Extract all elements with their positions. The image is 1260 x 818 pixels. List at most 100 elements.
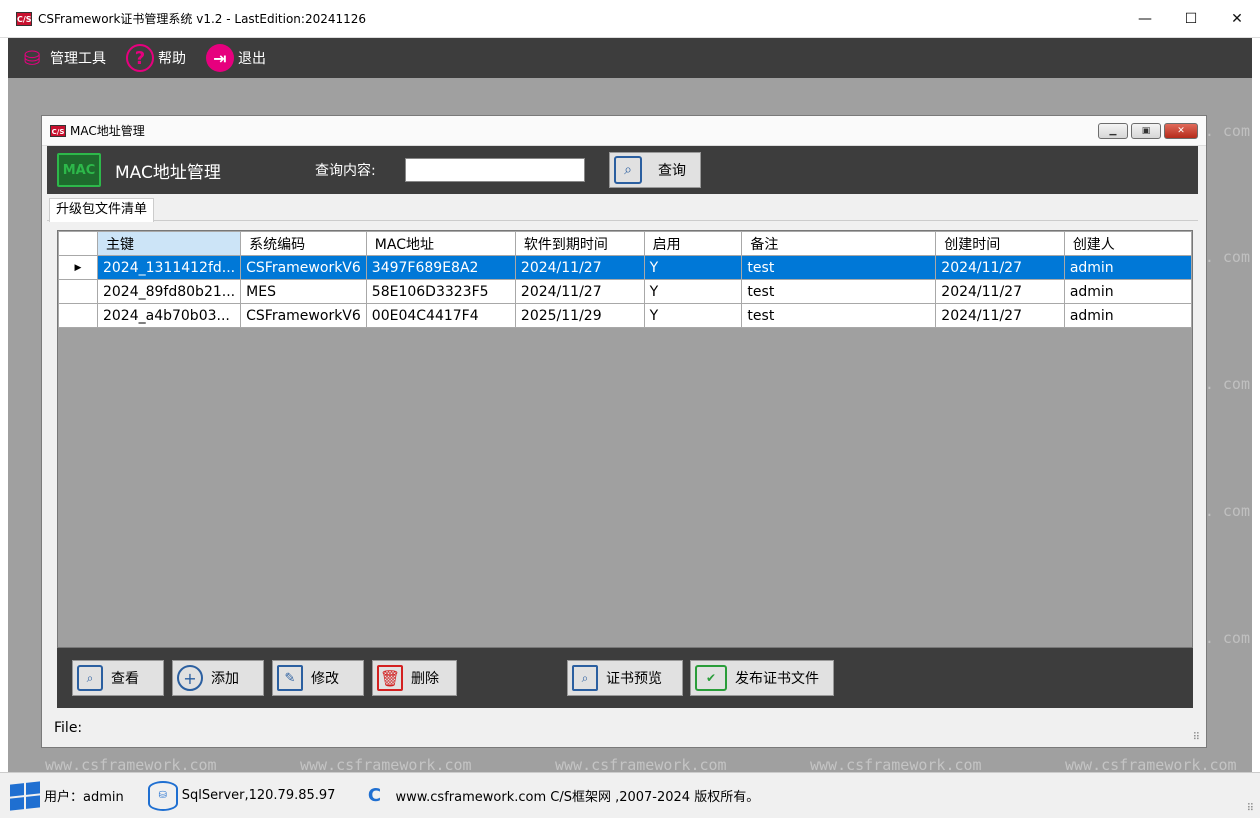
edit-button-label: 修改 [311,671,339,687]
certificate-check-icon: ✔ [695,665,727,691]
table-row[interactable]: 2024_a4b70b03... CSFrameworkV6 00E04C441… [58,303,1193,328]
table-cell[interactable]: 2024_1311412fd... [96,255,242,280]
menu-exit-label: 退出 [238,51,266,67]
help-icon: ? [126,44,154,72]
table-cell[interactable]: 2024_89fd80b21... [96,279,242,304]
resize-grip-icon[interactable]: ⠿ [1193,732,1200,743]
child-titlebar: C/S MAC地址管理 ▁ ▣ ✕ [42,116,1206,146]
mac-monitor-icon: MAC [57,153,101,187]
table-cell[interactable]: 2024/11/27 [935,303,1065,328]
child-close-button[interactable]: ✕ [1164,123,1198,139]
table-cell[interactable]: Y [643,255,743,280]
table-cell[interactable]: test [741,279,937,304]
table-cell[interactable]: admin [1063,303,1193,328]
table-cell[interactable]: 2025/11/29 [514,303,645,328]
child-restore-button[interactable]: ▣ [1131,123,1161,139]
add-icon: + [177,665,203,691]
table-cell[interactable]: 2024/11/27 [935,255,1065,280]
table-cell[interactable]: 3497F689E8A2 [365,255,516,280]
tab-upgrade-file-list[interactable]: 升级包文件清单 [49,198,155,222]
row-selector[interactable] [58,279,98,304]
add-button-label: 添加 [211,671,239,687]
data-table: 主键 系统编码 MAC地址 软件到期时间 启用 备注 创建时间 创建人 ▶ 20… [58,231,1193,328]
column-header[interactable]: 创建时间 [935,231,1065,256]
watermark-bottom: www.csframework.com [45,756,217,772]
status-database: ⛁ SqlServer,120.79.85.97 [147,780,335,811]
child-logo: C/S [50,124,66,137]
menu-admin-tools-label: 管理工具 [50,51,106,67]
column-header[interactable]: 启用 [643,231,743,256]
minimize-button[interactable]: — [1122,0,1168,38]
query-button[interactable]: ⌕ 查询 [609,152,701,188]
column-header[interactable]: 软件到期时间 [514,231,645,256]
table-cell[interactable]: admin [1063,279,1193,304]
mdi-desktop: . com . com . com . com . com www.csfram… [8,78,1252,772]
table-cell[interactable]: test [741,303,937,328]
child-window-controls: ▁ ▣ ✕ [1098,123,1198,139]
status-copyright-label: www.csframework.com C/S框架网 ,2007-2024 版权… [395,790,760,805]
publish-cert-button-label: 发布证书文件 [735,671,819,687]
menu-help-label: 帮助 [158,51,186,67]
watermark-side: . com [1204,375,1250,393]
watermark-side: . com [1204,502,1250,520]
status-bar: 用户：admin ⛁ SqlServer,120.79.85.97 C www.… [0,772,1260,818]
window-titlebar: C/S CSFramework证书管理系统 v1.2 - LastEdition… [0,0,1260,38]
add-button[interactable]: + 添加 [172,660,264,696]
menu-exit[interactable]: ⇥ 退出 [196,38,276,78]
menu-admin-tools[interactable]: ⛁ 管理工具 [8,38,116,78]
table-cell[interactable]: 2024/11/27 [514,255,645,280]
file-status: File: [54,720,83,736]
table-cell[interactable]: CSFrameworkV6 [240,303,367,328]
edit-button[interactable]: ✎ 修改 [272,660,364,696]
table-cell[interactable]: 58E106D3323F5 [365,279,516,304]
window-title: CSFramework证书管理系统 v1.2 - LastEdition:202… [38,12,367,26]
table-row[interactable]: ▶ 2024_1311412fd... CSFrameworkV6 3497F6… [58,255,1193,280]
table-cell[interactable]: Y [643,303,743,328]
header-bar: MAC MAC地址管理 查询内容: ⌕ 查询 [47,146,1198,194]
table-row[interactable]: 2024_89fd80b21... MES 58E106D3323F5 2024… [58,279,1193,304]
search-icon: ⌕ [614,156,642,184]
edit-icon: ✎ [277,665,303,691]
table-cell[interactable]: 00E04C4417F4 [365,303,516,328]
column-header[interactable]: 主键 [96,231,242,256]
tab-strip: 升级包文件清单 [47,196,1198,222]
column-header[interactable]: 系统编码 [240,231,367,256]
table-cell[interactable]: MES [240,279,367,304]
table-cell[interactable]: admin [1063,255,1193,280]
watermark-bottom: www.csframework.com [555,756,727,772]
mac-management-window: C/S MAC地址管理 ▁ ▣ ✕ MAC MAC地址管理 查询内容: ⌕ 查询… [41,115,1207,748]
watermark-side: . com [1204,248,1250,266]
table-cell[interactable]: Y [643,279,743,304]
column-header[interactable]: 备注 [741,231,937,256]
table-cell[interactable]: test [741,255,937,280]
column-header[interactable]: MAC地址 [365,231,516,256]
close-button[interactable]: ✕ [1214,0,1260,38]
delete-button[interactable]: 🗑 删除 [372,660,457,696]
column-header[interactable]: 创建人 [1063,231,1193,256]
maximize-button[interactable]: ☐ [1168,0,1214,38]
mac-data-grid[interactable]: 主键 系统编码 MAC地址 软件到期时间 启用 备注 创建时间 创建人 ▶ 20… [57,230,1193,648]
publish-cert-button[interactable]: ✔ 发布证书文件 [690,660,834,696]
delete-button-label: 删除 [411,671,439,687]
main-menubar: ⛁ 管理工具 ? 帮助 ⇥ 退出 [8,38,1252,78]
windows-logo-icon [10,780,40,811]
child-minimize-button[interactable]: ▁ [1098,123,1128,139]
cert-preview-button-label: 证书预览 [606,671,662,687]
table-cell[interactable]: 2024_a4b70b03... [96,303,242,328]
app-logo: C/S [16,11,32,26]
resize-grip-icon[interactable]: ⠿ [1247,803,1254,814]
table-cell[interactable]: 2024/11/27 [935,279,1065,304]
table-cell[interactable]: 2024/11/27 [514,279,645,304]
row-selector[interactable] [58,303,98,328]
watermark-bottom: www.csframework.com [300,756,472,772]
row-selector-icon[interactable]: ▶ [58,255,98,280]
query-input[interactable] [405,158,585,182]
exit-icon: ⇥ [206,44,234,72]
row-header-corner [58,231,98,256]
view-button[interactable]: ⌕ 查看 [72,660,164,696]
watermark-side: . com [1204,122,1250,140]
table-cell[interactable]: CSFrameworkV6 [240,255,367,280]
watermark-side: . com [1204,629,1250,647]
menu-help[interactable]: ? 帮助 [116,38,196,78]
cert-preview-button[interactable]: ⌕ 证书预览 [567,660,683,696]
